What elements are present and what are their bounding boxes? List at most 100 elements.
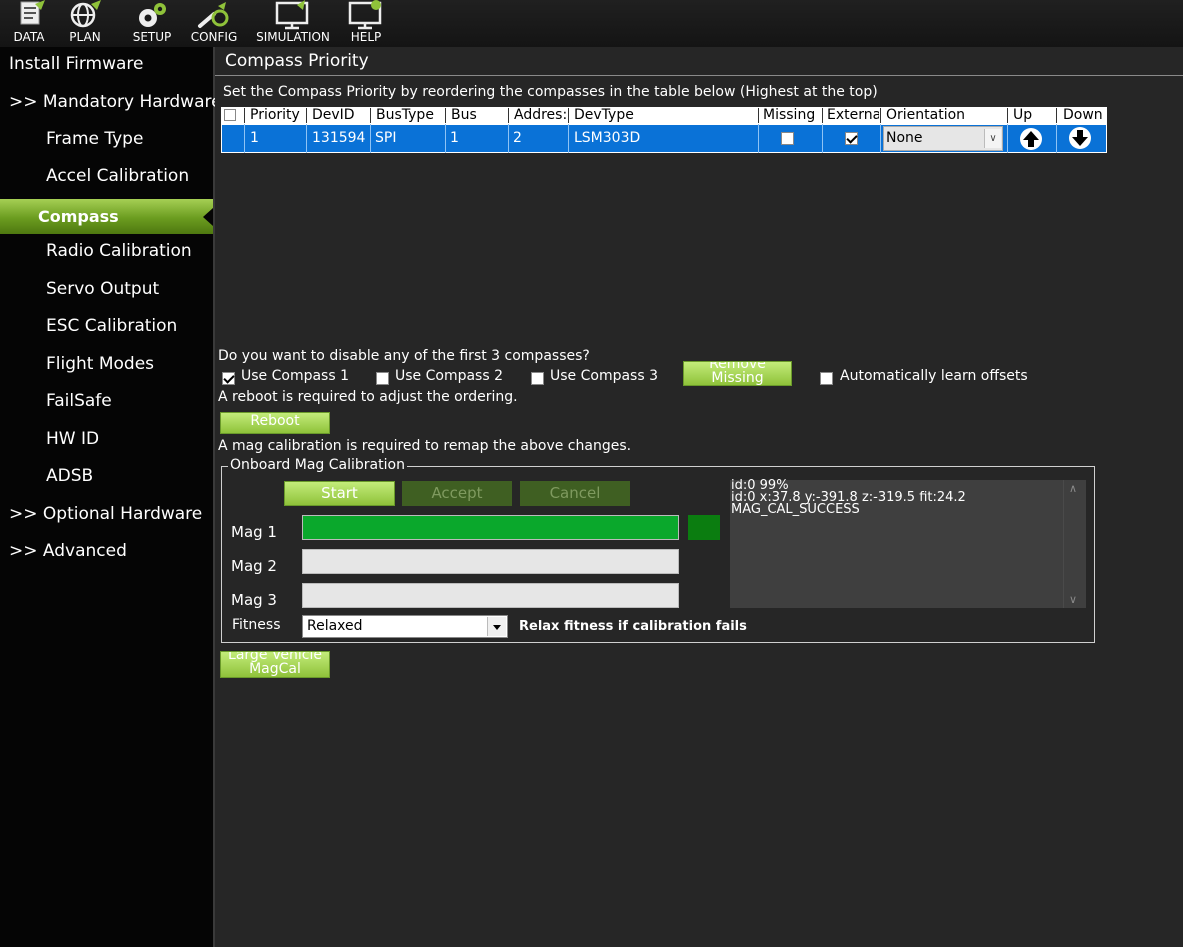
fitness-hint: Relax fitness if calibration fails xyxy=(519,619,747,634)
header-bustype[interactable]: BusType xyxy=(376,107,440,124)
use-compass-1-checkbox[interactable] xyxy=(222,372,235,385)
toolbar-data-button[interactable]: DATA xyxy=(0,0,58,47)
use-compass-2-label: Use Compass 2 xyxy=(395,368,503,384)
fitness-label: Fitness xyxy=(232,617,281,633)
globe-icon xyxy=(70,0,101,28)
row-separator xyxy=(445,124,446,153)
title-divider xyxy=(215,75,1183,76)
sidebar-item-accel-calibration[interactable]: Accel Calibration xyxy=(46,166,189,186)
log-text: id:0 99% id:0 x:37.8 y:-391.8 z:-319.5 f… xyxy=(731,479,966,517)
toolbar-setup-button[interactable]: SETUP xyxy=(124,0,180,47)
mag3-label: Mag 3 xyxy=(231,591,277,609)
sidebar-item-hw-id[interactable]: HW ID xyxy=(46,429,99,449)
sidebar-item-radio-calibration[interactable]: Radio Calibration xyxy=(46,241,192,261)
scroll-up-icon[interactable]: ∧ xyxy=(1069,482,1077,495)
header-separator xyxy=(568,108,569,123)
remove-missing-button[interactable]: Remove Missing xyxy=(683,361,792,386)
mag2-label: Mag 2 xyxy=(231,557,277,575)
sidebar-item-servo-output[interactable]: Servo Output xyxy=(46,279,159,299)
wrench-icon xyxy=(198,2,229,28)
sidebar-item-flight-modes[interactable]: Flight Modes xyxy=(46,354,154,374)
header-devtype[interactable]: DevType xyxy=(574,107,754,124)
arrow-up-icon[interactable] xyxy=(1019,127,1043,151)
mag1-label: Mag 1 xyxy=(231,523,277,541)
instructions-text: Set the Compass Priority by reordering t… xyxy=(223,84,878,100)
toolbar-help-label: HELP xyxy=(350,30,382,44)
arrow-down-icon[interactable] xyxy=(1068,126,1092,150)
toolbar-plan-label: PLAN xyxy=(69,30,101,44)
toolbar-plan-button[interactable]: PLAN xyxy=(60,0,110,47)
toolbar-simulation-button[interactable]: SIMULATION xyxy=(248,0,338,47)
cell-priority: 1 xyxy=(250,130,259,146)
row-separator xyxy=(1056,124,1057,153)
use-compass-3-checkbox[interactable] xyxy=(531,372,544,385)
sidebar-item-advanced[interactable]: >> Advanced xyxy=(9,541,127,561)
calibration-log[interactable]: id:0 99% id:0 x:37.8 y:-391.8 z:-319.5 f… xyxy=(730,479,1085,608)
header-devid[interactable]: DevID xyxy=(312,107,366,124)
external-checkbox[interactable] xyxy=(845,132,858,145)
mag1-progress-fill xyxy=(303,516,678,539)
remove-missing-line2: Missing xyxy=(711,370,764,386)
toolbar-config-button[interactable]: CONFIG xyxy=(186,0,242,47)
sidebar-item-install-firmware[interactable]: Install Firmware xyxy=(9,54,144,74)
header-bus[interactable]: Bus xyxy=(451,107,505,124)
start-button[interactable]: Start xyxy=(284,481,395,506)
sidebar-item-optional-hardware[interactable]: >> Optional Hardware xyxy=(9,504,202,524)
header-separator xyxy=(370,108,371,123)
reboot-button[interactable]: Reboot xyxy=(220,412,330,434)
gears-icon xyxy=(139,3,166,27)
dropdown-arrow-icon xyxy=(487,617,506,636)
select-all-checkbox[interactable] xyxy=(224,109,236,121)
row-separator xyxy=(568,124,569,153)
header-external[interactable]: Externa xyxy=(827,107,879,124)
use-compass-2-checkbox[interactable] xyxy=(376,372,389,385)
header-separator xyxy=(508,108,509,123)
row-separator xyxy=(880,124,881,153)
sidebar-item-mandatory-hardware[interactable]: >> Mandatory Hardware xyxy=(9,92,222,112)
auto-learn-checkbox[interactable] xyxy=(820,372,833,385)
scroll-down-icon[interactable]: ∨ xyxy=(1069,593,1077,606)
header-separator xyxy=(822,108,823,123)
header-up[interactable]: Up xyxy=(1013,107,1053,124)
large-vehicle-magcal-button[interactable]: Large Vehicle MagCal xyxy=(220,651,330,678)
missing-checkbox[interactable] xyxy=(781,132,794,145)
sidebar-item-frame-type[interactable]: Frame Type xyxy=(46,129,143,149)
chevron-down-icon: ∨ xyxy=(984,129,1001,148)
monitor-icon xyxy=(275,0,309,30)
header-separator xyxy=(1056,108,1057,123)
cancel-button[interactable]: Cancel xyxy=(520,481,630,506)
log-scrollbar[interactable]: ∧ ∨ xyxy=(1063,480,1086,608)
active-indicator xyxy=(203,208,213,226)
cell-devtype: LSM303D xyxy=(574,130,641,146)
log-line: MAG_CAL_SUCCESS xyxy=(731,502,860,517)
header-separator xyxy=(758,108,759,123)
sidebar-item-failsafe[interactable]: FailSafe xyxy=(46,391,112,411)
group-title: Onboard Mag Calibration xyxy=(228,457,407,473)
cell-address: 2 xyxy=(513,130,522,146)
header-missing[interactable]: Missing xyxy=(763,107,819,124)
header-address[interactable]: Addres: xyxy=(514,107,568,124)
toolbar-help-button[interactable]: HELP xyxy=(344,0,388,47)
header-down[interactable]: Down xyxy=(1063,107,1105,124)
help-monitor-icon xyxy=(348,0,382,30)
row-separator xyxy=(244,124,245,153)
header-separator xyxy=(880,108,881,123)
toolbar-data-label: DATA xyxy=(13,30,45,44)
orientation-value: None xyxy=(886,130,923,146)
orientation-select[interactable]: None ∨ xyxy=(883,126,1003,151)
data-icon xyxy=(20,0,45,25)
row-separator xyxy=(822,124,823,153)
fitness-value: Relaxed xyxy=(307,618,363,634)
toolbar-config-label: CONFIG xyxy=(190,30,238,44)
sidebar-item-esc-calibration[interactable]: ESC Calibration xyxy=(46,316,177,336)
accept-button[interactable]: Accept xyxy=(402,481,512,506)
use-compass-1-label: Use Compass 1 xyxy=(241,368,349,384)
sidebar-item-adsb[interactable]: ADSB xyxy=(46,466,93,486)
header-orientation[interactable]: Orientation xyxy=(886,107,1004,124)
header-priority[interactable]: Priority xyxy=(250,107,302,124)
auto-learn-label: Automatically learn offsets xyxy=(840,368,1028,384)
large-vehicle-line2: MagCal xyxy=(249,661,301,677)
row-separator xyxy=(758,124,759,153)
header-separator xyxy=(306,108,307,123)
fitness-select[interactable]: Relaxed xyxy=(302,615,508,638)
